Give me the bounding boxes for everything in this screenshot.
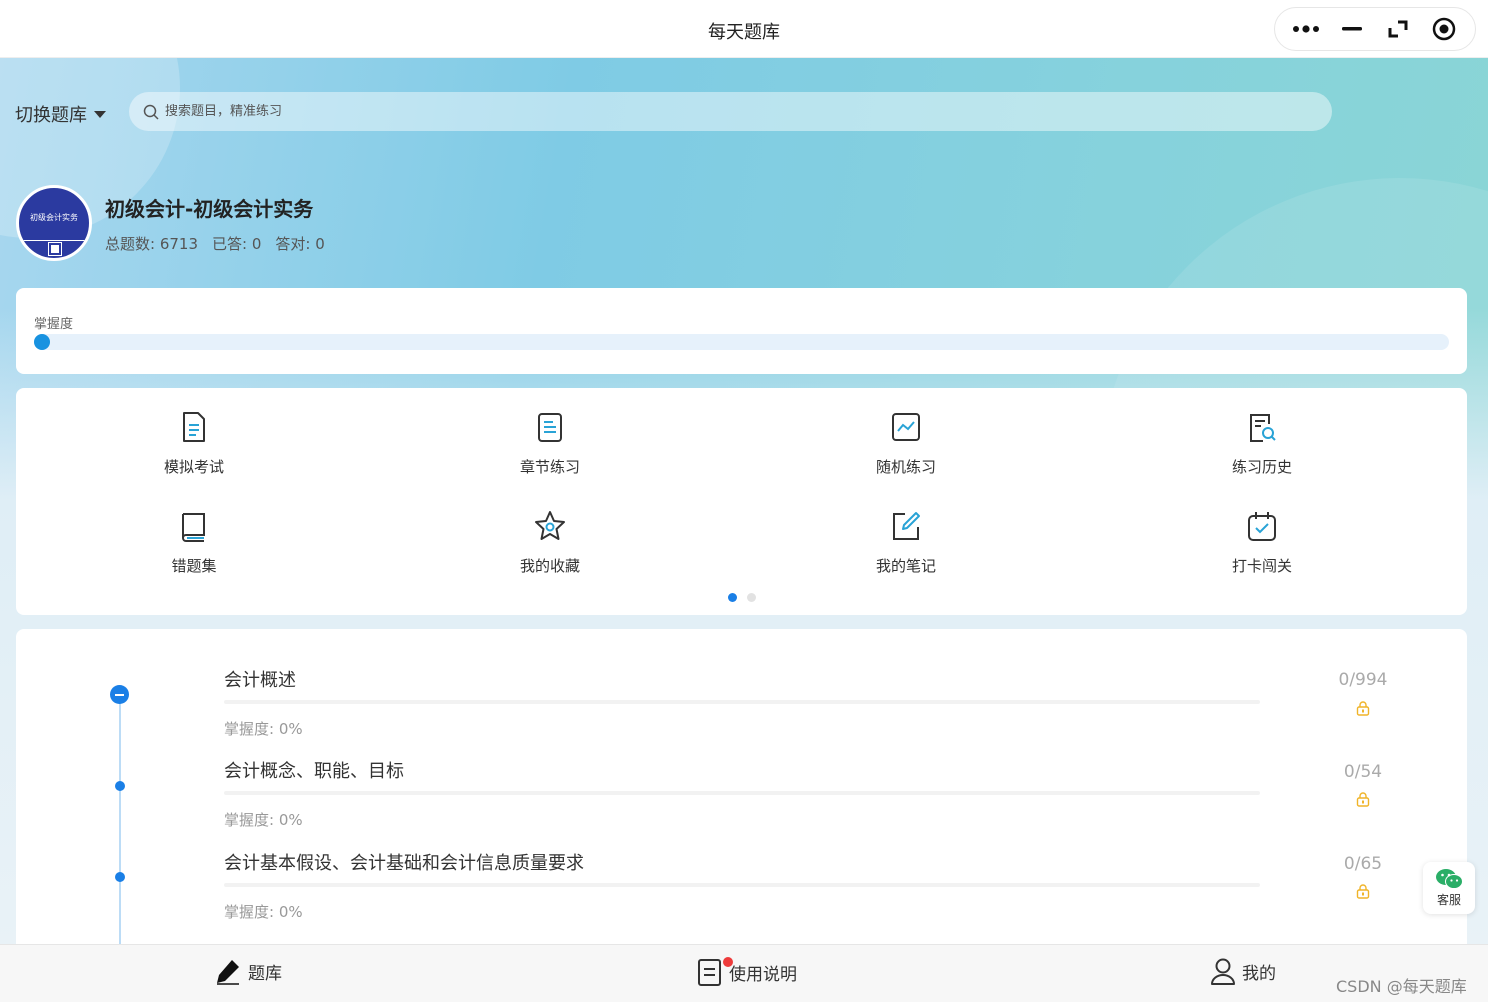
tab-label: 使用说明 bbox=[729, 964, 797, 985]
switch-bank-button[interactable]: 切换题库 bbox=[15, 101, 106, 127]
page-dot[interactable] bbox=[746, 593, 756, 602]
page-indicator bbox=[16, 593, 1467, 602]
search-input[interactable] bbox=[165, 104, 1265, 119]
lock-icon[interactable] bbox=[1355, 883, 1371, 899]
mock-exam-button[interactable]: 模拟考试 bbox=[16, 410, 372, 509]
chapter-name: 会计概述 bbox=[224, 670, 296, 691]
book-icon bbox=[182, 513, 205, 542]
exam-doc-icon bbox=[183, 412, 205, 442]
restore-icon[interactable] bbox=[1380, 11, 1416, 47]
search-icon bbox=[143, 104, 159, 120]
history-search-icon bbox=[1250, 414, 1276, 442]
function-grid-card: 模拟考试 章节练习 随机练习 练习历史 错题集 我的收藏 我的笔记 打卡闯关 bbox=[16, 388, 1467, 615]
chapter-name: 会计概念、职能、目标 bbox=[224, 761, 404, 782]
chapter-item[interactable]: 会计概念、职能、目标 掌握度: 0% bbox=[224, 757, 1260, 830]
customer-service-button[interactable]: 客服 bbox=[1423, 862, 1475, 914]
tab-mine[interactable]: 我的 bbox=[1210, 957, 1276, 985]
pencil-note-icon bbox=[893, 512, 920, 540]
minimize-icon[interactable] bbox=[1334, 11, 1370, 47]
lock-icon[interactable] bbox=[1355, 791, 1371, 807]
function-label: 章节练习 bbox=[519, 458, 580, 476]
chapter-mastery: 掌握度: 0% bbox=[224, 811, 303, 829]
chapter-progress bbox=[224, 883, 1260, 887]
mastery-card: 掌握度 bbox=[16, 288, 1467, 374]
notification-badge bbox=[723, 957, 733, 967]
search-bar[interactable] bbox=[129, 92, 1332, 131]
wechat-icon bbox=[1436, 869, 1463, 889]
tab-bar: 题库 使用说明 我的 bbox=[0, 944, 1488, 1002]
chapter-list-card: 会计概述 掌握度: 0% 0/994 会计概念、职能、目标 掌握度: 0% 0/… bbox=[16, 629, 1467, 959]
avatar-text: 初级会计实务 bbox=[30, 213, 78, 222]
timeline-dot bbox=[115, 781, 125, 791]
collapse-icon[interactable] bbox=[110, 685, 129, 704]
user-icon bbox=[1211, 958, 1235, 985]
correct-count: 答对: 0 bbox=[275, 235, 325, 253]
switch-bank-label: 切换题库 bbox=[15, 105, 87, 126]
window-title: 每天题库 bbox=[708, 22, 780, 43]
chapter-mastery: 掌握度: 0% bbox=[224, 903, 303, 921]
total-count: 总题数: 6713 bbox=[105, 235, 198, 253]
chapter-count: 0/994 bbox=[1338, 670, 1388, 690]
document-icon bbox=[698, 959, 721, 986]
chapter-progress bbox=[224, 791, 1260, 795]
answered-count: 已答: 0 bbox=[212, 235, 262, 253]
more-icon[interactable] bbox=[1288, 11, 1324, 47]
tab-label: 题库 bbox=[248, 963, 282, 984]
lock-icon[interactable] bbox=[1355, 700, 1371, 716]
tab-label: 我的 bbox=[1242, 963, 1276, 984]
service-label: 客服 bbox=[1436, 893, 1461, 907]
tab-question-bank[interactable]: 题库 bbox=[214, 957, 282, 985]
calendar-check-icon bbox=[1248, 512, 1276, 541]
chapter-doc-icon bbox=[538, 413, 562, 442]
function-label: 打卡闯关 bbox=[1231, 557, 1292, 575]
caret-down-icon bbox=[94, 110, 106, 118]
chapter-mastery: 掌握度: 0% bbox=[224, 720, 303, 738]
practice-history-button[interactable]: 练习历史 bbox=[1084, 410, 1440, 509]
page-dot-active[interactable] bbox=[727, 593, 737, 602]
chart-line-icon bbox=[892, 413, 920, 441]
watermark: CSDN @每天题库 bbox=[1336, 977, 1467, 996]
timeline-dot bbox=[115, 872, 125, 882]
function-label: 模拟考试 bbox=[163, 458, 224, 476]
chapter-count: 0/65 bbox=[1343, 854, 1383, 874]
chapter-progress bbox=[224, 700, 1260, 704]
tab-instructions[interactable]: 使用说明 bbox=[697, 957, 797, 987]
function-label: 错题集 bbox=[171, 557, 217, 575]
title-bar: 每天题库 bbox=[0, 0, 1488, 58]
chapter-item[interactable]: 会计概述 掌握度: 0% bbox=[224, 666, 1260, 739]
bank-title: 初级会计-初级会计实务 bbox=[105, 197, 314, 221]
chapter-count: 0/54 bbox=[1343, 762, 1383, 782]
chapter-practice-button[interactable]: 章节练习 bbox=[372, 410, 728, 509]
bank-stats: 总题数: 6713 已答: 0 答对: 0 bbox=[105, 233, 325, 254]
function-label: 我的收藏 bbox=[519, 557, 580, 575]
chapter-name: 会计基本假设、会计基础和会计信息质量要求 bbox=[224, 853, 584, 874]
function-label: 我的笔记 bbox=[875, 557, 936, 575]
pencil-icon bbox=[217, 960, 239, 985]
function-label: 随机练习 bbox=[875, 458, 936, 476]
capsule-menu bbox=[1274, 7, 1476, 51]
mastery-progress-track bbox=[34, 334, 1449, 350]
close-icon[interactable] bbox=[1426, 11, 1462, 47]
function-label: 练习历史 bbox=[1231, 458, 1292, 476]
mastery-label: 掌握度 bbox=[34, 317, 74, 332]
qr-code-icon bbox=[48, 242, 62, 256]
mastery-progress-fill bbox=[34, 334, 50, 350]
star-icon bbox=[535, 511, 565, 540]
timeline-line bbox=[119, 692, 121, 959]
chapter-item[interactable]: 会计基本假设、会计基础和会计信息质量要求 掌握度: 0% bbox=[224, 849, 1260, 922]
random-practice-button[interactable]: 随机练习 bbox=[728, 410, 1084, 509]
bank-avatar: 初级会计实务 bbox=[16, 185, 92, 261]
